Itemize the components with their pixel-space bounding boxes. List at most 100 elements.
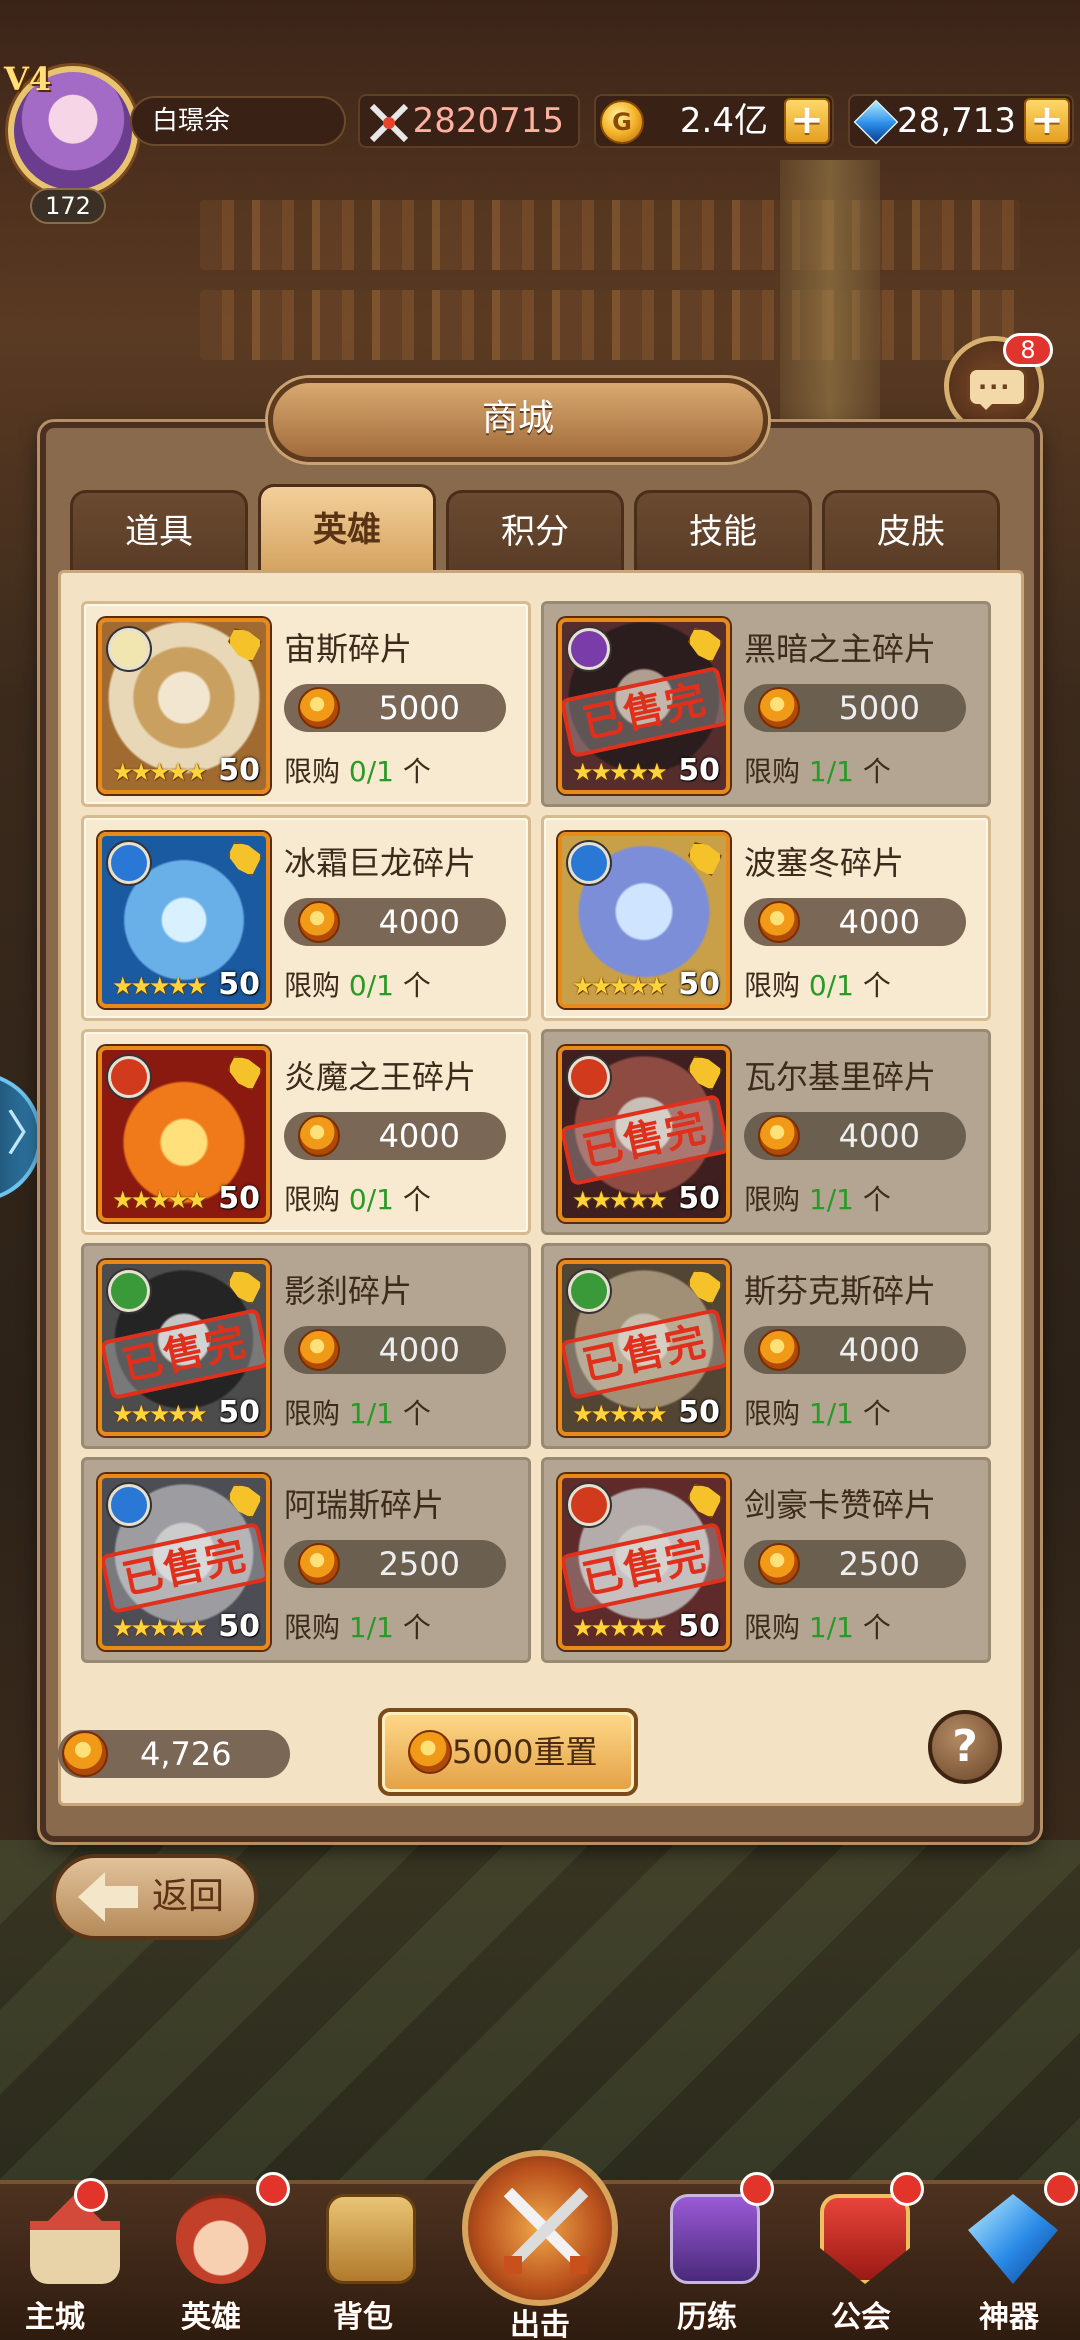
- star-rating: ★★★★★: [572, 1614, 668, 1642]
- hero-shard-card[interactable]: ★★★★★ 50 炎魔之王碎片 4000 限购 0/1 个: [81, 1029, 531, 1235]
- purchase-limit-unit: 个: [862, 969, 891, 1002]
- power-display: 2820715: [358, 94, 580, 148]
- add-gems-button[interactable]: +: [1024, 98, 1070, 144]
- nav-backpack[interactable]: 背包: [306, 2184, 436, 2340]
- star-rating: ★★★★★: [572, 972, 668, 1000]
- hero-shard-card[interactable]: ★★★★★ 50 已售完 剑豪卡赞碎片 2500 限购 1/1 个: [541, 1457, 991, 1663]
- tab-points[interactable]: 积分: [446, 490, 624, 570]
- shop-coin-icon: [62, 1731, 108, 1777]
- hero-icon: [176, 2194, 266, 2284]
- hero-shard-card[interactable]: ★★★★★ 50 已售完 黑暗之主碎片 5000 限购 1/1 个: [541, 601, 991, 807]
- gold-value: 2.4亿: [679, 101, 768, 141]
- item-price: 4000: [744, 1112, 966, 1160]
- hero-shard-card[interactable]: ★★★★★ 50 已售完 阿瑞斯碎片 2500 限购 1/1 个: [81, 1457, 531, 1663]
- hero-shard-card[interactable]: ★★★★★ 50 已售完 影刹碎片 4000 限购 1/1 个: [81, 1243, 531, 1449]
- tab-heroes[interactable]: 英雄: [258, 484, 436, 570]
- tab-skills[interactable]: 技能: [634, 490, 812, 570]
- purchase-limit: 限购 1/1 个: [744, 750, 891, 790]
- chat-button[interactable]: ··· 8: [944, 333, 1053, 436]
- add-gold-button[interactable]: +: [784, 98, 830, 144]
- nav-label: 神器: [979, 2300, 1039, 2335]
- purchase-limit-total: /1: [826, 1397, 854, 1430]
- hero-shard-card[interactable]: ★★★★★ 50 冰霜巨龙碎片 4000 限购 0/1 个: [81, 815, 531, 1021]
- nav-label: 公会: [831, 2300, 891, 2335]
- shop-currency-value: 4,726: [140, 1735, 232, 1773]
- hero-level: 50: [218, 1395, 260, 1430]
- purchase-limit-total: /1: [826, 755, 854, 788]
- back-button[interactable]: 返回: [52, 1854, 258, 1940]
- crossed-swords-icon: [503, 2187, 589, 2274]
- star-rating: ★★★★★: [112, 758, 208, 786]
- shop-coin-icon: [758, 1115, 800, 1157]
- purchase-limit-total: /1: [366, 969, 394, 1002]
- reset-shop-button[interactable]: 5000重置: [378, 1708, 638, 1796]
- gold-coin-icon: G: [600, 100, 644, 144]
- purchase-limit-unit: 个: [862, 1397, 891, 1430]
- purchase-limit-used: 1: [808, 1397, 827, 1430]
- nav-battle[interactable]: 出击: [462, 2150, 618, 2340]
- tab-items[interactable]: 道具: [70, 490, 248, 570]
- side-expand-button[interactable]: 〉: [0, 1072, 54, 1202]
- nav-guild[interactable]: 公会: [800, 2172, 930, 2340]
- nav-main-city[interactable]: 主城: [10, 2178, 140, 2340]
- shop-coin-icon: [298, 901, 340, 943]
- hero-shard-card[interactable]: ★★★★★ 50 已售完 斯芬克斯碎片 4000 限购 1/1 个: [541, 1243, 991, 1449]
- nav-trials[interactable]: 历练: [650, 2172, 780, 2340]
- item-price: 4000: [284, 898, 506, 946]
- crossed-swords-icon: [369, 103, 409, 143]
- shop-item-grid: ★★★★★ 50 宙斯碎片 5000 限购 0/1 个 ★★★★★ 50 已售完 黑暗之主碎片 5…: [58, 570, 1024, 1806]
- element-water-icon: [108, 1484, 150, 1526]
- star-rating: ★★★★★: [572, 1400, 668, 1428]
- hero-portrait: ★★★★★ 50 已售完: [558, 1474, 730, 1650]
- hero-portrait: ★★★★★ 50: [98, 1046, 270, 1222]
- purchase-limit-total: /1: [826, 1611, 854, 1644]
- nav-heroes[interactable]: 英雄: [156, 2172, 290, 2340]
- element-wind-icon: [108, 1270, 150, 1312]
- purchase-limit-used: 1: [808, 755, 827, 788]
- shop-currency-display: 4,726: [58, 1730, 290, 1778]
- element-fire-icon: [568, 1484, 610, 1526]
- element-fire-icon: [108, 1056, 150, 1098]
- shop-coin-icon: [758, 1543, 800, 1585]
- element-wind-icon: [568, 1270, 610, 1312]
- battle-ring: [462, 2150, 618, 2306]
- nav-label: 英雄: [181, 2300, 241, 2335]
- purchase-limit-label: 限购: [284, 1611, 341, 1644]
- nav-label: 出击: [510, 2308, 570, 2340]
- item-price-value: 4000: [838, 1331, 920, 1369]
- player-avatar-frame[interactable]: V4 172: [0, 60, 150, 230]
- item-price-value: 4000: [838, 903, 920, 941]
- hero-level: 50: [218, 753, 260, 788]
- star-rating: ★★★★★: [112, 972, 208, 1000]
- element-fire-icon: [568, 1056, 610, 1098]
- tab-skins[interactable]: 皮肤: [822, 490, 1000, 570]
- item-price-value: 5000: [378, 689, 460, 727]
- notification-dot: [890, 2172, 924, 2206]
- reset-shop-label: 5000重置: [452, 1733, 598, 1771]
- star-rating: ★★★★★: [572, 758, 668, 786]
- star-rating: ★★★★★: [572, 1186, 668, 1214]
- element-light-icon: [108, 628, 150, 670]
- player-name: 白璟余: [130, 96, 346, 146]
- hero-shard-card[interactable]: ★★★★★ 50 已售完 瓦尔基里碎片 4000 限购 1/1 个: [541, 1029, 991, 1235]
- item-name: 黑暗之主碎片: [744, 630, 937, 668]
- hero-shard-card[interactable]: ★★★★★ 50 波塞冬碎片 4000 限购 0/1 个: [541, 815, 991, 1021]
- castle-icon: [30, 2194, 120, 2284]
- notification-dot: [256, 2172, 290, 2206]
- purchase-limit-unit: 个: [402, 1397, 431, 1430]
- hero-portrait: ★★★★★ 50 已售完: [98, 1260, 270, 1436]
- hero-level: 50: [678, 753, 720, 788]
- purchase-limit-label: 限购: [744, 1397, 801, 1430]
- item-price: 4000: [284, 1326, 506, 1374]
- item-price-value: 4000: [378, 1117, 460, 1155]
- nav-artifact[interactable]: 神器: [948, 2172, 1078, 2340]
- hero-shard-card[interactable]: ★★★★★ 50 宙斯碎片 5000 限购 0/1 个: [81, 601, 531, 807]
- item-name: 斯芬克斯碎片: [744, 1272, 937, 1310]
- hero-level: 50: [218, 1609, 260, 1644]
- hero-portrait: ★★★★★ 50: [98, 832, 270, 1008]
- help-button[interactable]: ?: [928, 1710, 1002, 1784]
- purchase-limit-label: 限购: [744, 1611, 801, 1644]
- purchase-limit-total: /1: [366, 1611, 394, 1644]
- purchase-limit-unit: 个: [402, 1183, 431, 1216]
- hero-level: 50: [678, 967, 720, 1002]
